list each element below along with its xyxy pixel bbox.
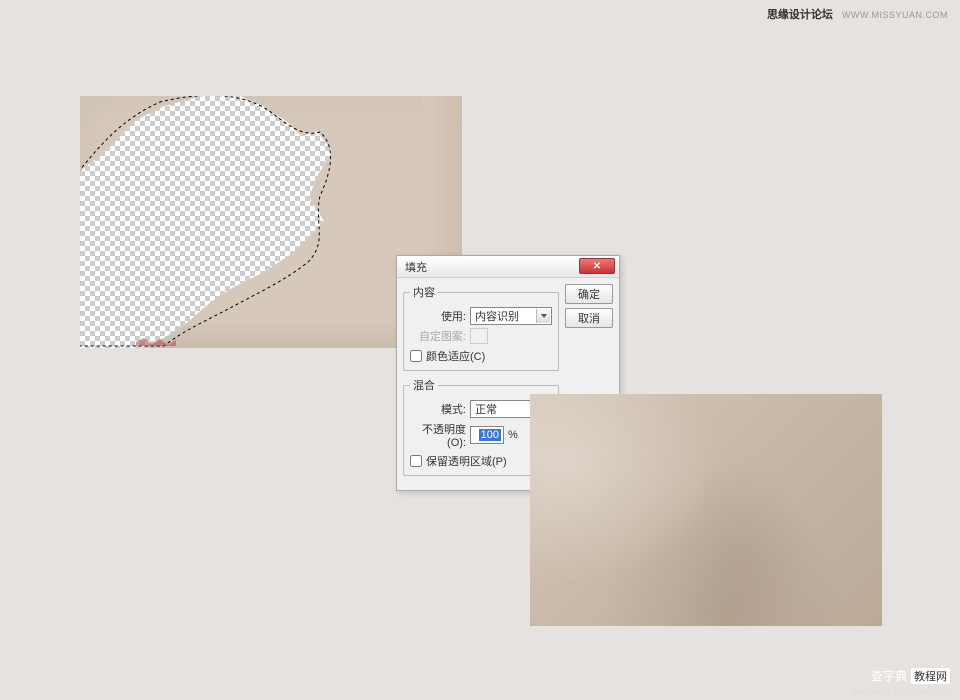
pattern-swatch bbox=[470, 328, 488, 344]
content-legend: 内容 bbox=[410, 284, 438, 300]
use-select[interactable]: 内容识别 bbox=[470, 307, 552, 325]
mode-label: 模式: bbox=[410, 401, 466, 417]
opacity-label: 不透明度(O): bbox=[410, 421, 466, 449]
watermark-top: 思缘设计论坛 WWW.MISSYUAN.COM bbox=[767, 6, 948, 22]
color-adapt-checkbox[interactable] bbox=[410, 350, 422, 362]
brand-text: 查字典 bbox=[871, 667, 907, 684]
ok-button[interactable]: 确定 bbox=[565, 284, 613, 304]
watermark-bottom: 查字典 教程网 jiaocheng.chazidian.com bbox=[851, 667, 950, 696]
close-button[interactable]: ✕ bbox=[579, 258, 615, 274]
preserve-label: 保留透明区域(P) bbox=[426, 453, 507, 469]
opacity-value: 100 bbox=[479, 429, 501, 441]
use-label: 使用: bbox=[410, 308, 466, 324]
watermark-site: 思缘设计论坛 bbox=[767, 9, 833, 21]
close-icon: ✕ bbox=[593, 261, 601, 272]
use-value: 内容识别 bbox=[475, 308, 519, 324]
opacity-input[interactable]: 100 bbox=[470, 426, 504, 444]
brand-url: jiaocheng.chazidian.com bbox=[851, 686, 950, 696]
opacity-unit: % bbox=[508, 429, 518, 441]
result-gradient-image bbox=[530, 394, 882, 626]
watermark-url: WWW.MISSYUAN.COM bbox=[842, 10, 948, 20]
chevron-down-icon bbox=[536, 309, 550, 323]
blend-legend: 混合 bbox=[410, 377, 438, 393]
brand-tag: 教程网 bbox=[911, 668, 950, 684]
dialog-title: 填充 bbox=[405, 259, 427, 275]
preserve-transparency-checkbox[interactable] bbox=[410, 455, 422, 467]
content-fieldset: 内容 使用: 内容识别 自定图案: 颜色适应(C) bbox=[403, 284, 559, 371]
color-adapt-label: 颜色适应(C) bbox=[426, 348, 485, 364]
dialog-titlebar[interactable]: 填充 ✕ bbox=[397, 256, 619, 278]
cancel-button[interactable]: 取消 bbox=[565, 308, 613, 328]
mode-value: 正常 bbox=[475, 401, 497, 417]
pattern-label: 自定图案: bbox=[410, 328, 466, 344]
